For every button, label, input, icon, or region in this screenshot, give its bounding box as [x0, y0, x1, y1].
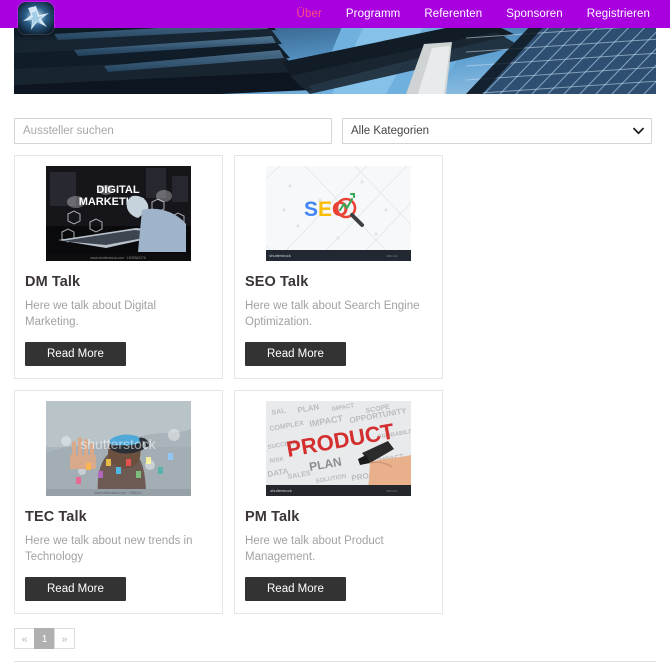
- filter-bar: Alle Kategorien: [0, 94, 670, 144]
- svg-text:www.shutterstock.com · 1509362: www.shutterstock.com · 1509362276: [90, 256, 146, 260]
- star-burst-logo-icon: [18, 2, 54, 34]
- card-seo-talk[interactable]: S E O shutterstock 480 132 SEO Talk Here…: [234, 155, 443, 379]
- svg-text:652 214: 652 214: [387, 489, 398, 493]
- category-select[interactable]: Alle Kategorien: [342, 118, 652, 144]
- card-description: Here we talk about Digital Marketing.: [25, 300, 157, 328]
- card-dm-talk[interactable]: DIGITAL MARKETING www.shutterstock.com ·…: [14, 155, 223, 379]
- hero-banner-image: [14, 28, 656, 94]
- svg-text:S: S: [304, 198, 318, 221]
- pagination: « 1 »: [0, 614, 670, 649]
- read-more-button[interactable]: Read More: [245, 577, 346, 601]
- card-image-technology: shutterstock www.shutterstock.com · 1286…: [46, 401, 191, 496]
- nav-link-registrieren[interactable]: Registrieren: [587, 8, 650, 20]
- card-title: PM Talk: [245, 509, 300, 525]
- top-navbar: Über Programm Referenten Sponsoren Regis…: [0, 0, 670, 34]
- pagination-prev[interactable]: «: [14, 628, 35, 649]
- search-input[interactable]: [14, 118, 332, 144]
- exhibitor-card-grid: DIGITAL MARKETING www.shutterstock.com ·…: [0, 144, 670, 614]
- card-tec-talk[interactable]: shutterstock www.shutterstock.com · 1286…: [14, 390, 223, 614]
- card-image-digital-marketing: DIGITAL MARKETING www.shutterstock.com ·…: [46, 166, 191, 261]
- svg-text:DIGITAL: DIGITAL: [96, 184, 139, 196]
- card-image-seo: S E O shutterstock 480 132: [266, 166, 411, 261]
- svg-text:www.shutterstock.com · 1286314: www.shutterstock.com · 1286314: [95, 491, 142, 495]
- main-nav: Über Programm Referenten Sponsoren Regis…: [297, 8, 662, 20]
- svg-text:shutterstock: shutterstock: [270, 488, 292, 493]
- category-select-wrapper: Alle Kategorien: [342, 118, 652, 144]
- card-title: DM Talk: [25, 274, 81, 290]
- svg-text:E: E: [318, 198, 332, 221]
- card-description: Here we talk about Search Engine Optimiz…: [245, 300, 420, 328]
- read-more-button[interactable]: Read More: [25, 577, 126, 601]
- pagination-next[interactable]: »: [54, 628, 75, 649]
- read-more-button[interactable]: Read More: [245, 342, 346, 366]
- card-description: Here we talk about new trends in Technol…: [25, 535, 193, 563]
- svg-text:shutterstock: shutterstock: [80, 436, 156, 452]
- nav-link-programm[interactable]: Programm: [346, 8, 400, 20]
- nav-link-sponsoren[interactable]: Sponsoren: [506, 8, 563, 20]
- svg-text:shutterstock: shutterstock: [269, 253, 291, 258]
- pagination-page-1[interactable]: 1: [34, 628, 55, 649]
- card-title: TEC Talk: [25, 509, 87, 525]
- card-title: SEO Talk: [245, 274, 309, 290]
- hero-section: [0, 28, 670, 94]
- nav-link-referenten[interactable]: Referenten: [424, 8, 482, 20]
- card-image-product-management: SAL PLAN IMPACT SCOPE COMPLEX IMPACT OPP…: [266, 401, 411, 496]
- nav-link-uber[interactable]: Über: [297, 8, 322, 20]
- brand-logo[interactable]: [18, 2, 54, 34]
- svg-text:480 132: 480 132: [387, 254, 398, 258]
- card-pm-talk[interactable]: SAL PLAN IMPACT SCOPE COMPLEX IMPACT OPP…: [234, 390, 443, 614]
- card-description: Here we talk about Product Management.: [245, 535, 384, 563]
- read-more-button[interactable]: Read More: [25, 342, 126, 366]
